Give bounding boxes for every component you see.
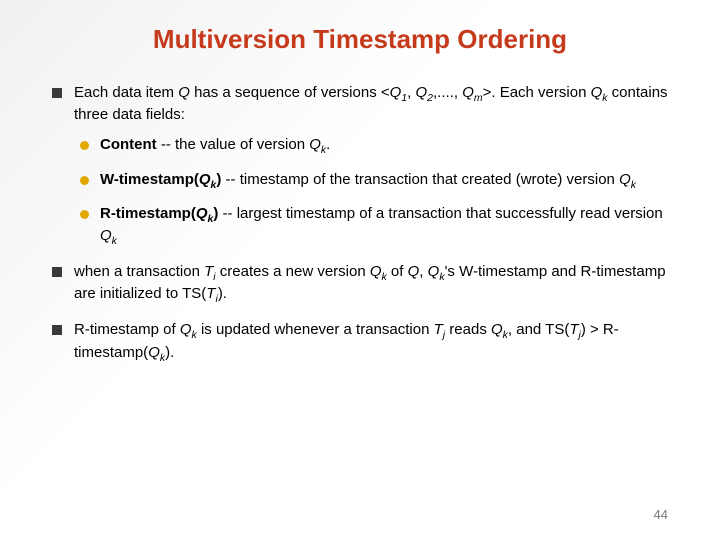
page-number: 44 (654, 507, 668, 522)
var-q: Q (199, 171, 211, 188)
text: >. Each version (483, 84, 591, 101)
var-t: T (434, 321, 443, 338)
text: ). (218, 285, 227, 302)
var-qk: Q (591, 84, 603, 101)
sub-k: k (631, 179, 636, 191)
text: R-timestamp of (74, 321, 180, 338)
label-wts: W-timestamp (100, 171, 194, 188)
bullet-1a: Content -- the value of version Qk. (74, 135, 672, 157)
var-q: Q (309, 136, 321, 153)
bullet-1b: W-timestamp(Qk) -- timestamp of the tran… (74, 170, 672, 192)
label-rts: R-timestamp (100, 205, 191, 222)
slide-title: Multiversion Timestamp Ordering (48, 24, 672, 55)
var-q: Q (370, 263, 382, 280)
var-q: Q (100, 227, 112, 244)
var-q1: Q (390, 84, 402, 101)
text: creates a new version (216, 263, 370, 280)
var-q: Q (619, 171, 631, 188)
bullet-list: Each data item Q has a sequence of versi… (48, 83, 672, 365)
var-q: Q (428, 263, 440, 280)
text: when a transaction (74, 263, 204, 280)
var-t: T (204, 263, 213, 280)
var-q: Q (180, 321, 192, 338)
sub-bullet-list: Content -- the value of version Qk. W-ti… (74, 135, 672, 248)
text: reads (445, 321, 491, 338)
text: -- the value of version (157, 136, 310, 153)
slide: Multiversion Timestamp Ordering Each dat… (0, 0, 720, 540)
var-q2: Q (415, 84, 427, 101)
text: , (419, 263, 427, 280)
text: -- timestamp of the transaction that cre… (221, 171, 619, 188)
text: , and TS( (508, 321, 569, 338)
label-content: Content (100, 136, 157, 153)
var-q: Q (196, 205, 208, 222)
var-q: Q (178, 84, 190, 101)
var-q: Q (408, 263, 420, 280)
text: is updated whenever a transaction (197, 321, 434, 338)
text: Each data item (74, 84, 178, 101)
var-q: Q (491, 321, 503, 338)
text: of (387, 263, 408, 280)
bullet-2: when a transaction Ti creates a new vers… (48, 262, 672, 306)
text: -- largest timestamp of a transaction th… (218, 205, 662, 222)
text: ,...., (433, 84, 462, 101)
var-t: T (569, 321, 578, 338)
var-qm: Q (462, 84, 474, 101)
var-q: Q (148, 344, 160, 361)
text: . (326, 136, 330, 153)
bullet-1: Each data item Q has a sequence of versi… (48, 83, 672, 248)
bullet-1c: R-timestamp(Qk) -- largest timestamp of … (74, 204, 672, 248)
bullet-3: R-timestamp of Qk is updated whenever a … (48, 320, 672, 364)
text: has a sequence of versions < (190, 84, 390, 101)
sub-m: m (474, 92, 483, 104)
sub-k: k (112, 235, 117, 247)
text: ). (165, 344, 174, 361)
